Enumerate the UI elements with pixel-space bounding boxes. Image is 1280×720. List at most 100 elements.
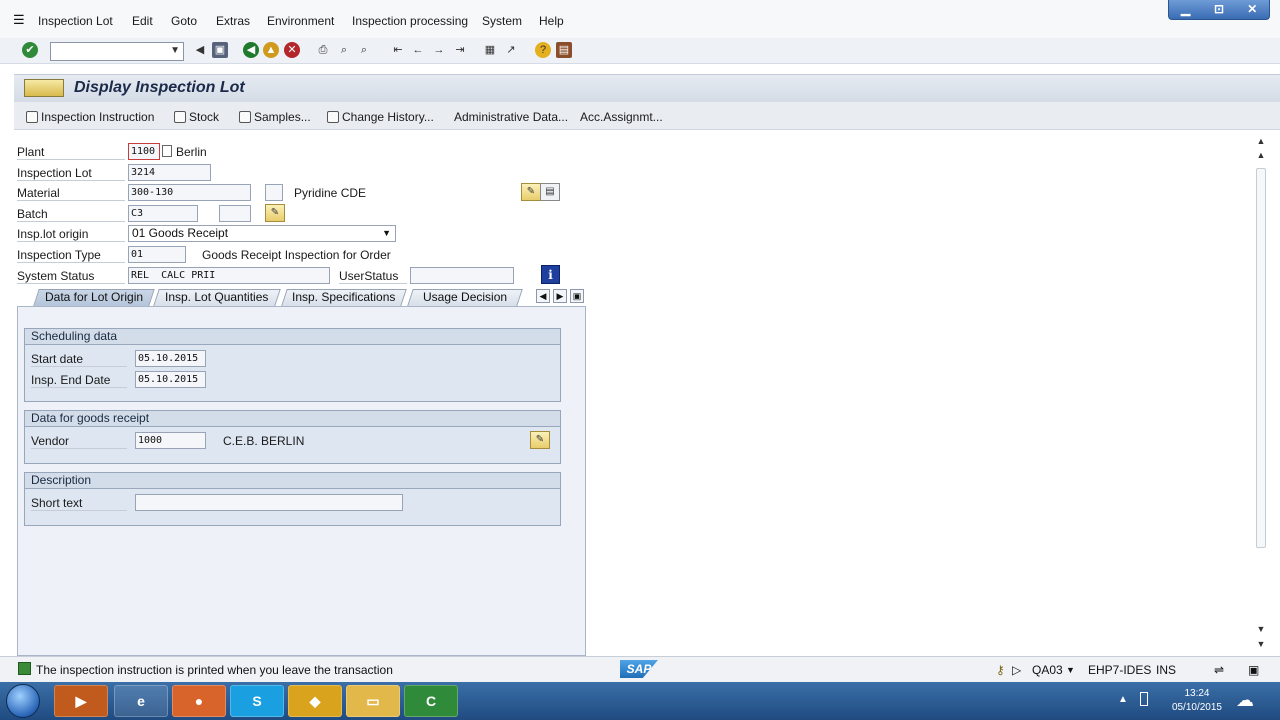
tab-scroll-right-icon[interactable]: ▶: [553, 289, 567, 303]
last-page-icon[interactable]: ⇥: [452, 42, 468, 58]
samples-button[interactable]: Samples...: [239, 110, 311, 124]
material-overview-icon[interactable]: ▤: [540, 183, 560, 201]
system-status-field[interactable]: REL CALC PRII: [128, 267, 330, 284]
scroll-up-icon[interactable]: ▲: [1254, 150, 1268, 162]
menu-edit[interactable]: Edit: [132, 14, 153, 28]
cancel-icon[interactable]: ✕: [284, 42, 300, 58]
scroll-top-icon[interactable]: ▲: [1254, 136, 1268, 148]
skype-icon[interactable]: S: [230, 685, 284, 717]
chevron-down-icon[interactable]: ▼: [1066, 665, 1075, 675]
batch-field[interactable]: C3: [128, 205, 198, 222]
back-arrow-icon[interactable]: ◀: [192, 42, 208, 58]
command-field[interactable]: ▼: [50, 42, 184, 61]
battery-icon[interactable]: [1140, 692, 1148, 706]
tab-list-icon[interactable]: ▣: [570, 289, 584, 303]
services-for-object-icon[interactable]: [24, 79, 64, 97]
scroll-bottom-icon[interactable]: ▼: [1254, 639, 1268, 651]
menu-help[interactable]: Help: [539, 14, 564, 28]
change-history-button[interactable]: Change History...: [327, 110, 434, 124]
shortcut-icon[interactable]: ↗: [503, 42, 519, 58]
save-icon[interactable]: ▣: [212, 42, 228, 58]
insp-lot-origin-select[interactable]: 01 Goods Receipt ▼: [128, 225, 396, 242]
stock-button[interactable]: Stock: [174, 110, 219, 124]
scrollbar-thumb[interactable]: [1256, 168, 1266, 548]
insert-mode[interactable]: INS: [1156, 663, 1176, 677]
system-name: EHP7-IDES: [1088, 663, 1152, 677]
previous-page-icon[interactable]: ←: [410, 42, 426, 58]
file-explorer-icon[interactable]: ▭: [346, 685, 400, 717]
back-icon[interactable]: ◀: [243, 42, 259, 58]
end-date-label: Insp. End Date: [31, 373, 127, 388]
print-icon[interactable]: ⎙: [315, 42, 331, 58]
expand-status-icon[interactable]: ▷: [1012, 663, 1021, 677]
sap-logo: SAP: [620, 660, 658, 678]
tab-usage-decision[interactable]: Usage Decision: [407, 289, 523, 306]
first-page-icon[interactable]: ⇤: [390, 42, 406, 58]
menu-icon[interactable]: ☰: [13, 12, 25, 28]
menu-inspection-lot[interactable]: Inspection Lot: [38, 14, 113, 28]
end-date-field[interactable]: 05.10.2015: [135, 371, 206, 388]
material-checkbox[interactable]: [265, 184, 283, 201]
find-next-icon[interactable]: ⌕: [356, 42, 372, 58]
vertical-scrollbar[interactable]: ▲ ▲ ▼ ▼: [1254, 134, 1268, 654]
tray-clock[interactable]: 13:24 05/10/2015: [1172, 687, 1222, 715]
inspection-instruction-button[interactable]: Inspection Instruction: [26, 110, 154, 124]
exit-icon[interactable]: ▲: [263, 42, 279, 58]
info-icon[interactable]: i: [541, 265, 560, 284]
menu-extras[interactable]: Extras: [216, 14, 250, 28]
vendor-field[interactable]: 1000: [135, 432, 206, 449]
start-date-field[interactable]: 05.10.2015: [135, 350, 206, 367]
cloud-icon[interactable]: ☁: [1236, 690, 1254, 711]
window-controls: ▁ ⊡ ✕: [1168, 0, 1270, 20]
transaction-code[interactable]: QA03: [1032, 663, 1063, 677]
tray-expand-icon[interactable]: ▲: [1118, 694, 1128, 705]
tab-scroll-left-icon[interactable]: ◀: [536, 289, 550, 303]
camtasia-icon[interactable]: C: [404, 685, 458, 717]
start-button[interactable]: [6, 684, 40, 718]
plant-field[interactable]: 1100: [128, 143, 160, 160]
menu-system[interactable]: System: [482, 14, 522, 28]
matchcode-icon[interactable]: [162, 145, 172, 157]
layout-menu-icon[interactable]: ▤: [556, 42, 572, 58]
display-vendor-icon[interactable]: ✎: [530, 431, 550, 449]
user-status-field[interactable]: [410, 267, 514, 284]
inspection-lot-field[interactable]: 3214: [128, 164, 211, 181]
tab-data-for-lot-origin[interactable]: Data for Lot Origin: [33, 289, 155, 306]
title-bar: Display Inspection Lot: [14, 74, 1280, 102]
lock-icon[interactable]: ▣: [1248, 663, 1259, 677]
next-page-icon[interactable]: →: [431, 42, 447, 58]
short-text-field[interactable]: [135, 494, 403, 511]
close-icon[interactable]: ✕: [1236, 0, 1269, 19]
help-icon[interactable]: ?: [535, 42, 551, 58]
inspection-type-field[interactable]: 01: [128, 246, 186, 263]
new-session-icon[interactable]: ▦: [482, 42, 498, 58]
key-icon[interactable]: ⚷: [996, 663, 1005, 677]
tab-insp-lot-quantities[interactable]: Insp. Lot Quantities: [153, 289, 281, 306]
menu-environment[interactable]: Environment: [267, 14, 334, 28]
display-batch-icon[interactable]: ✎: [265, 204, 285, 222]
material-label: Material: [17, 186, 125, 201]
chevron-down-icon[interactable]: ▼: [170, 45, 180, 56]
media-player-icon[interactable]: ▶: [54, 685, 108, 717]
material-field[interactable]: 300-130: [128, 184, 251, 201]
document-icon: [26, 111, 38, 123]
scroll-down-icon[interactable]: ▼: [1254, 624, 1268, 636]
chevron-down-icon[interactable]: ▼: [382, 226, 391, 241]
administrative-data-button[interactable]: Administrative Data...: [454, 110, 568, 124]
scheduling-header: Scheduling data: [25, 329, 560, 345]
maximize-icon[interactable]: ⊡: [1202, 0, 1235, 19]
enter-icon[interactable]: ✔: [22, 42, 38, 58]
internet-explorer-icon[interactable]: e: [114, 685, 168, 717]
acc-assignment-button[interactable]: Acc.Assignmt...: [580, 110, 663, 124]
display-material-icon[interactable]: ✎: [521, 183, 541, 201]
sap-logon-icon[interactable]: ◆: [288, 685, 342, 717]
menu-goto[interactable]: Goto: [171, 14, 197, 28]
insp-lot-origin-label: Insp.lot origin: [17, 227, 125, 242]
status-settings-icon[interactable]: ⇌: [1214, 663, 1224, 677]
tab-insp-specifications[interactable]: Insp. Specifications: [281, 289, 407, 306]
menu-inspection-processing[interactable]: Inspection processing: [352, 14, 468, 28]
find-icon[interactable]: ⌕: [336, 42, 352, 58]
firefox-icon[interactable]: ●: [172, 685, 226, 717]
minimize-icon[interactable]: ▁: [1169, 0, 1202, 19]
batch-extra-field[interactable]: [219, 205, 251, 222]
